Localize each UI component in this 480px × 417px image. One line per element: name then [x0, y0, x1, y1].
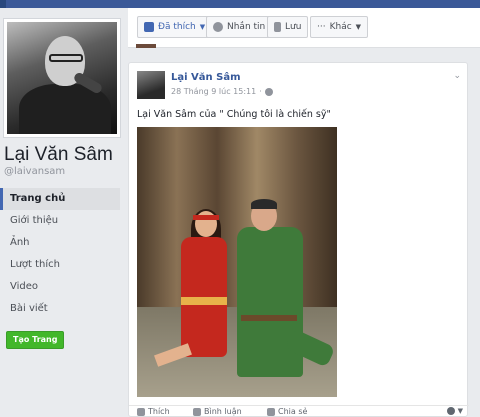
like-label: Thích	[148, 407, 170, 416]
post-photo[interactable]	[137, 127, 337, 397]
avatar[interactable]	[137, 71, 165, 99]
liked-button[interactable]: Đã thích ▼	[137, 16, 213, 38]
profile-picture[interactable]	[3, 18, 121, 138]
create-page-button[interactable]: Tạo Trang	[6, 331, 65, 349]
post-text: Lại Văn Sâm của " Chúng tôi là chiến sỹ"	[137, 109, 331, 120]
nav-item-posts[interactable]: Bài viết	[0, 298, 120, 320]
more-label: Khác	[329, 22, 352, 32]
photo-man-uniform	[237, 227, 303, 377]
comment-button[interactable]: Bình luận	[193, 407, 242, 416]
message-label: Nhắn tin	[227, 22, 266, 32]
left-column: Lại Văn Sâm @laivansam Trang chủ Giới th…	[0, 8, 128, 417]
post-as-selector[interactable]: ▼	[446, 407, 463, 415]
post-author[interactable]: Lại Văn Sâm	[171, 72, 241, 83]
nav-item-videos[interactable]: Video	[0, 276, 120, 298]
save-label: Lưu	[285, 22, 302, 32]
post-meta: 28 Tháng 9 lúc 15:11 ·	[171, 87, 273, 96]
comment-icon	[193, 407, 201, 416]
page-username[interactable]: @laivansam	[4, 166, 65, 177]
previous-post-thumbnail	[136, 44, 156, 48]
save-button[interactable]: Lưu	[267, 16, 309, 38]
page-title[interactable]: Lại Văn Sâm	[4, 144, 113, 166]
post-card: Lại Văn Sâm 28 Tháng 9 lúc 15:11 · ⌄ Lại…	[128, 62, 469, 417]
ellipsis-icon: ···	[317, 22, 326, 32]
liked-label: Đã thích	[158, 22, 196, 32]
photo-man-belt	[241, 315, 297, 321]
photo-man-hair	[251, 199, 277, 209]
comment-label: Bình luận	[204, 407, 242, 416]
top-navigation-bar	[0, 0, 480, 8]
share-button[interactable]: Chia sẻ	[267, 407, 307, 416]
photo-headband	[193, 215, 219, 220]
globe-icon[interactable]	[264, 87, 273, 96]
share-label: Chia sẻ	[278, 407, 308, 416]
message-button[interactable]: Nhắn tin	[206, 16, 273, 38]
facebook-logo-edge[interactable]	[0, 0, 6, 8]
chevron-down-icon: ▼	[355, 23, 362, 31]
profile-photo	[7, 22, 117, 134]
profile-icon	[446, 407, 455, 415]
chevron-down-icon: ▼	[199, 23, 206, 31]
more-button[interactable]: ··· Khác ▼	[310, 16, 369, 38]
page-nav: Trang chủ Giới thiệu Ảnh Lượt thích Vide…	[0, 188, 120, 320]
photo-glasses	[49, 54, 83, 62]
share-icon	[267, 407, 275, 416]
photo-dress-band	[181, 297, 227, 305]
thumbs-up-icon	[137, 407, 145, 416]
post-options-icon[interactable]: ⌄	[453, 71, 461, 81]
bookmark-icon	[274, 22, 281, 32]
messenger-icon	[213, 22, 223, 32]
nav-item-photos[interactable]: Ảnh	[0, 232, 120, 254]
thumbs-up-icon	[144, 22, 154, 32]
nav-item-home[interactable]: Trang chủ	[0, 188, 120, 210]
nav-item-likes[interactable]: Lượt thích	[0, 254, 120, 276]
separator-dot: ·	[259, 87, 262, 96]
chevron-down-icon: ▼	[457, 407, 463, 415]
page-action-bar: Đã thích ▼ Nhắn tin Lưu ··· Khác ▼	[128, 8, 480, 48]
nav-item-about[interactable]: Giới thiệu	[0, 210, 120, 232]
post-timestamp[interactable]: 28 Tháng 9 lúc 15:11	[171, 87, 256, 96]
post-actions: Thích Bình luận Chia sẻ ▼	[129, 405, 469, 417]
like-button[interactable]: Thích	[137, 407, 170, 416]
